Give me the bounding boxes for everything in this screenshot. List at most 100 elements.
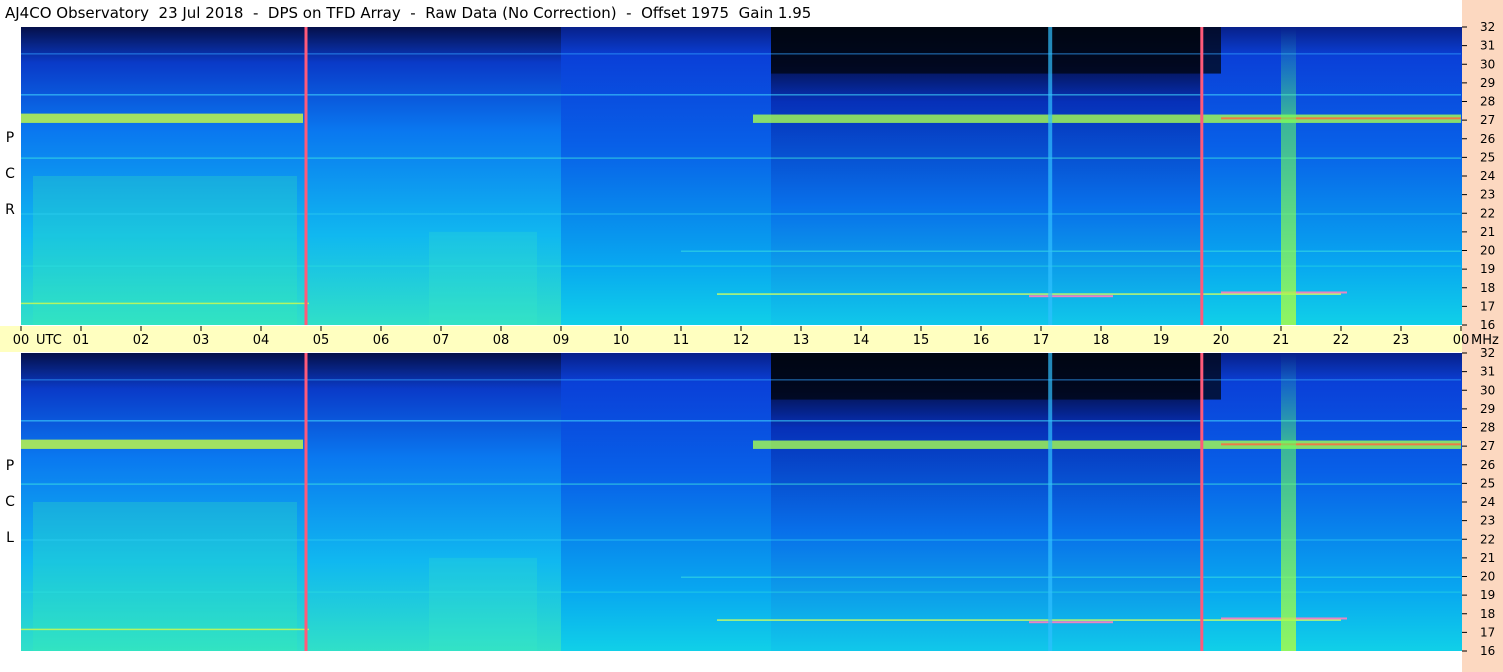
time-label: 20 [1213, 333, 1230, 348]
rcp-glow-dawn [429, 231, 537, 325]
rcp-rfi-line [717, 293, 1341, 295]
time-label: 10 [613, 333, 630, 348]
rcp-freq-label: 20 [1480, 244, 1495, 258]
time-label: 17 [1033, 333, 1050, 348]
lcp-freq-label: 21 [1480, 551, 1495, 565]
time-label: 09 [553, 333, 570, 348]
rcp-freq-label: 23 [1480, 188, 1495, 202]
rcp-rfi-line [21, 213, 1461, 215]
freq-unit-label: MHz [1471, 333, 1499, 348]
time-label: 12 [733, 333, 750, 348]
time-label: 16 [973, 333, 990, 348]
lcp-burst-21utc [1281, 353, 1296, 651]
rcp-rfi-line [21, 265, 1461, 267]
time-label: 13 [793, 333, 810, 348]
spectrogram-display: AJ4CO Observatory 23 Jul 2018 - DPS on T… [0, 0, 1503, 672]
time-label: 03 [193, 333, 210, 348]
lcp-bg-segment [561, 353, 772, 651]
rcp-freq-label: 28 [1480, 95, 1495, 109]
rcp-freq-label: 19 [1480, 262, 1495, 276]
lcp-glow-dawn [429, 557, 537, 651]
lcp-rfi-line [21, 628, 309, 631]
time-label: 00 [13, 333, 30, 348]
time-label: 11 [673, 333, 690, 348]
rcp-marker-line [304, 27, 308, 325]
time-label: 07 [433, 333, 450, 348]
rcp-freq-label: 32 [1480, 20, 1495, 34]
time-axis-band [0, 326, 1462, 352]
lcp-freq-label: 16 [1480, 644, 1495, 658]
time-label: 00 [1453, 333, 1470, 348]
rcp-band-27-hot [1221, 117, 1461, 120]
rcp-freq-label: 29 [1480, 76, 1495, 90]
rcp-band-27-left [21, 113, 303, 123]
rcp-freq-label: 21 [1480, 225, 1495, 239]
time-label: 23 [1393, 333, 1410, 348]
lcp-freq-label: 24 [1480, 495, 1495, 509]
rcp-freq-label: 27 [1480, 113, 1495, 127]
lcp-band-27-left [21, 439, 303, 449]
rcp-night-band [771, 27, 1221, 74]
lcp-freq-label: 18 [1480, 607, 1495, 621]
lcp-rfi-line [21, 379, 1461, 381]
rcp-freq-label: 22 [1480, 206, 1495, 220]
rcp-rfi-pink-1 [1029, 295, 1113, 298]
lcp-rfi-line [21, 483, 1461, 485]
time-label: 02 [133, 333, 150, 348]
rcp-rfi-line [21, 302, 309, 305]
time-label: 04 [253, 333, 270, 348]
time-label: 19 [1153, 333, 1170, 348]
lcp-bg-segment [1203, 353, 1462, 651]
lcp-rfi-line [21, 591, 1461, 593]
lcp-rfi-line [21, 420, 1461, 422]
time-label: 01 [73, 333, 90, 348]
lcp-rfi-pink-1 [1029, 621, 1113, 624]
time-label: 15 [913, 333, 930, 348]
time-label: 21 [1273, 333, 1290, 348]
rcp-freq-label: 17 [1480, 299, 1495, 313]
lcp-freq-label: 19 [1480, 588, 1495, 602]
lcp-freq-label: 32 [1480, 346, 1495, 360]
lcp-freq-label: 29 [1480, 402, 1495, 416]
lcp-freq-label: 25 [1480, 476, 1495, 490]
rcp-rfi-line [21, 157, 1461, 159]
lcp-freq-label: 31 [1480, 365, 1495, 379]
lcp-marker-line [1200, 353, 1204, 651]
lcp-freq-label: 20 [1480, 570, 1495, 584]
lcp-freq-label: 22 [1480, 532, 1495, 546]
rcp-freq-label: 24 [1480, 169, 1495, 183]
rcp-freq-label: 18 [1480, 281, 1495, 295]
rcp-rfi-line [21, 94, 1461, 96]
time-label: 22 [1333, 333, 1350, 348]
time-label: 06 [373, 333, 390, 348]
time-label: 08 [493, 333, 510, 348]
lcp-freq-label: 17 [1480, 625, 1495, 639]
lcp-burst-17utc [1048, 353, 1053, 651]
lcp-freq-label: 23 [1480, 514, 1495, 528]
rcp-bg-segment [561, 27, 772, 325]
lcp-freq-label: 26 [1480, 458, 1495, 472]
rcp-freq-label: 31 [1480, 39, 1495, 53]
lcp-band-27-hot [1221, 443, 1461, 446]
lcp-night-band [771, 353, 1221, 400]
lcp-rfi-line [21, 539, 1461, 541]
time-label: 18 [1093, 333, 1110, 348]
rcp-burst-21utc [1281, 27, 1296, 325]
rcp-bg-segment [1203, 27, 1462, 325]
spectrogram-svg: 32 31 30 29 28 27 26 25 24 23 22 21 20 19 18 17 16 32 31 30… [0, 20, 1499, 658]
lcp-marker-line [304, 353, 308, 651]
rcp-rfi-line [21, 53, 1461, 55]
time-unit-label: UTC [36, 333, 62, 348]
time-label: 14 [853, 333, 870, 348]
lcp-rfi-line [681, 576, 1461, 578]
lcp-freq-label: 28 [1480, 421, 1495, 435]
rcp-freq-label: 25 [1480, 150, 1495, 164]
rcp-rfi-line [681, 250, 1461, 252]
lcp-rfi-line [717, 619, 1341, 621]
rcp-freq-label: 16 [1480, 318, 1495, 332]
rcp-marker-line [1200, 27, 1204, 325]
time-label: 05 [313, 333, 330, 348]
lcp-freq-label: 27 [1480, 439, 1495, 453]
rcp-burst-17utc [1048, 27, 1053, 325]
rcp-freq-label: 30 [1480, 57, 1495, 71]
